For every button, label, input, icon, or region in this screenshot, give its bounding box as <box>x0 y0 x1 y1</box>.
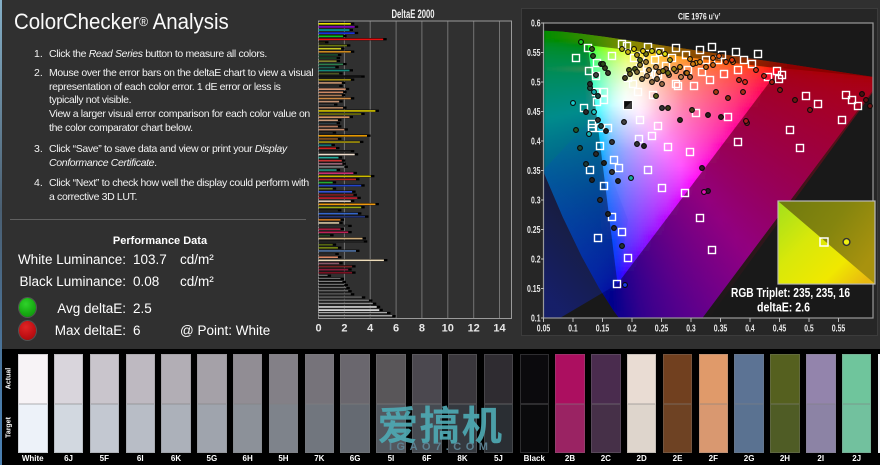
svg-text:0.55: 0.55 <box>527 48 541 59</box>
svg-text:0.5: 0.5 <box>531 78 541 89</box>
svg-text:0.15: 0.15 <box>596 324 610 335</box>
svg-text:0.6: 0.6 <box>531 19 541 30</box>
svg-text:0.5: 0.5 <box>804 324 814 335</box>
svg-text:0.45: 0.45 <box>773 324 787 335</box>
svg-text:0.1: 0.1 <box>568 324 578 335</box>
svg-text:0.35: 0.35 <box>527 166 541 177</box>
svg-text:0.3: 0.3 <box>686 324 696 335</box>
svg-text:0.25: 0.25 <box>655 324 669 335</box>
svg-text:0.2: 0.2 <box>531 255 541 266</box>
svg-text:0.3: 0.3 <box>531 196 541 207</box>
svg-text:RGB Triplet: 235, 235, 16: RGB Triplet: 235, 235, 16 <box>731 286 850 300</box>
svg-text:0.05: 0.05 <box>537 324 551 335</box>
svg-text:CIE 1976 u’v’: CIE 1976 u’v’ <box>678 12 721 23</box>
svg-text:0.2: 0.2 <box>627 324 637 335</box>
svg-text:0.25: 0.25 <box>527 225 541 236</box>
svg-text:0.4: 0.4 <box>531 137 541 148</box>
svg-text:0.55: 0.55 <box>832 324 846 335</box>
svg-text:deltaE: 2.6: deltaE: 2.6 <box>757 301 810 315</box>
svg-text:0.4: 0.4 <box>745 324 755 335</box>
svg-text:0.35: 0.35 <box>714 324 728 335</box>
svg-text:0.45: 0.45 <box>527 107 541 118</box>
svg-text:0.15: 0.15 <box>527 284 541 295</box>
